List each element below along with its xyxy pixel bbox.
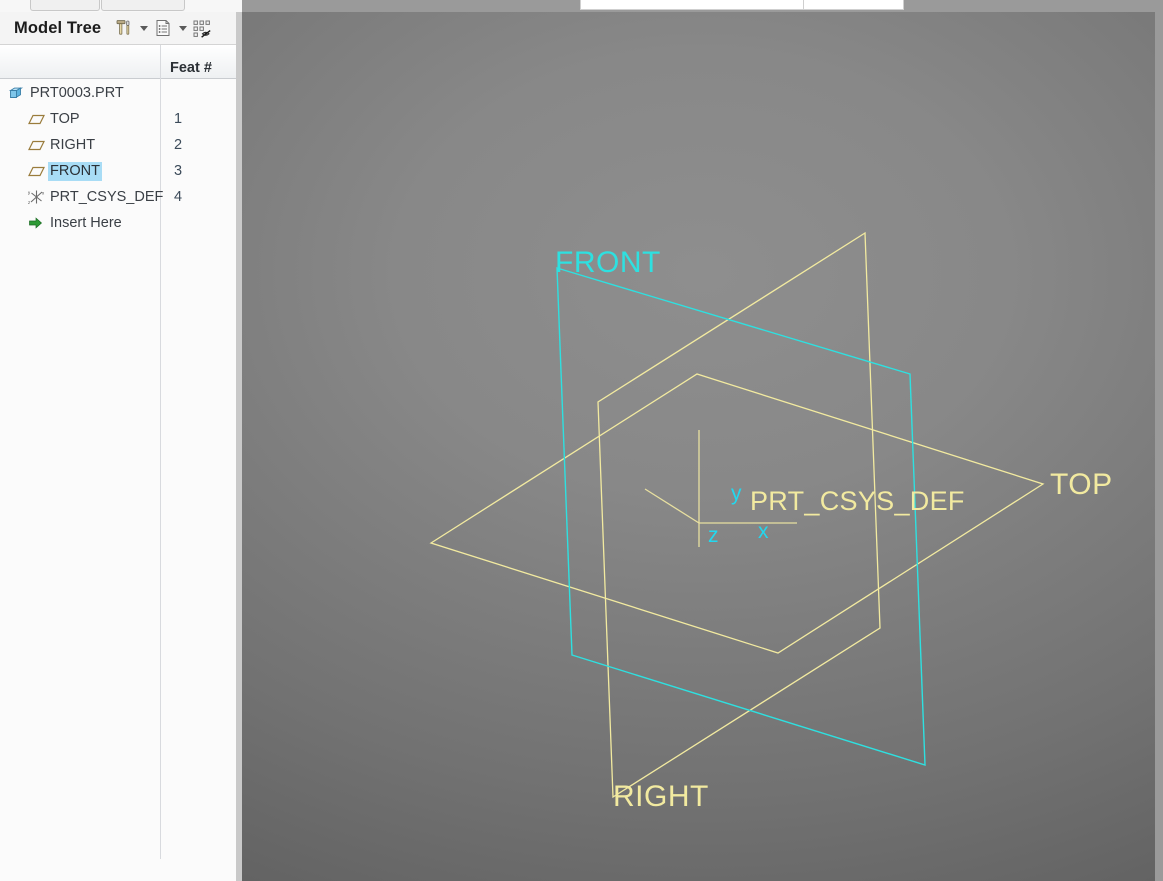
column-header-feat: Feat # <box>170 60 212 76</box>
datum-geometry-svg <box>429 231 1045 799</box>
ribbon-tab-left[interactable] <box>30 0 100 11</box>
tree-row-insert-here[interactable]: Insert Here <box>0 210 242 236</box>
tree-feat-top: 1 <box>174 111 183 127</box>
tree-label-top: TOP <box>50 110 80 127</box>
model-tree-header: Model Tree <box>0 12 242 45</box>
graphics-viewport[interactable]: FRONT TOP RIGHT PRT_CSYS_DEF y z x <box>242 12 1163 881</box>
tree-filter-off-icon[interactable] <box>191 16 213 40</box>
datum-plane-icon <box>28 162 48 180</box>
datum-plane-icon <box>28 136 48 154</box>
tree-row-right[interactable]: RIGHT 2 <box>0 132 242 158</box>
insert-arrow-icon <box>28 214 48 232</box>
tree-feat-right: 2 <box>174 137 183 153</box>
pro-engineer-window: Model Tree Feat # PRT0003.PRT TOP 1 RIGH… <box>0 0 1163 881</box>
tree-row-front[interactable]: FRONT 3 <box>0 158 242 184</box>
chevron-down-icon <box>139 25 148 31</box>
tree-feat-csys: 4 <box>174 189 183 205</box>
coordinate-system-icon: y z x <box>28 188 48 206</box>
part-icon <box>8 84 28 102</box>
model-tree-panel: Model Tree Feat # PRT0003.PRT TOP 1 RIGH… <box>0 12 242 881</box>
viewport-toolbar-stub[interactable] <box>580 0 904 10</box>
axis-label-x: x <box>758 520 769 543</box>
viewport-label-csys: PRT_CSYS_DEF <box>750 486 965 516</box>
model-tree-toolbar <box>113 16 213 40</box>
tree-label-front: FRONT <box>48 161 102 181</box>
viewport-label-top: TOP <box>1050 468 1113 501</box>
axis-label-y: y <box>731 482 742 505</box>
tree-label-insert-here: Insert Here <box>50 214 122 231</box>
svg-text:x: x <box>42 191 45 196</box>
axis-label-z: z <box>708 524 719 547</box>
svg-text:y: y <box>28 190 31 195</box>
tree-label-csys: PRT_CSYS_DEF <box>50 188 164 205</box>
model-tree-title: Model Tree <box>14 18 102 37</box>
settings-dropdown-caret[interactable] <box>137 16 150 40</box>
tree-row-part[interactable]: PRT0003.PRT <box>0 80 242 106</box>
tree-row-top[interactable]: TOP 1 <box>0 106 242 132</box>
ribbon-tab-right[interactable] <box>101 0 185 11</box>
viewport-toolbar-divider <box>803 0 804 10</box>
display-list-icon[interactable] <box>152 16 174 40</box>
model-tree-rows: PRT0003.PRT TOP 1 RIGHT 2 FRONT 3 y z x … <box>0 80 242 860</box>
window-right-edge <box>1155 0 1163 881</box>
tree-row-csys[interactable]: y z x PRT_CSYS_DEF 4 <box>0 184 242 210</box>
tree-label-right: RIGHT <box>50 136 96 153</box>
ribbon-strip <box>0 0 1163 12</box>
display-dropdown-caret[interactable] <box>176 16 189 40</box>
viewport-label-front: FRONT <box>555 246 661 279</box>
svg-text:z: z <box>28 200 30 205</box>
datum-plane-icon <box>28 110 48 128</box>
tree-label-part: PRT0003.PRT <box>30 84 124 101</box>
viewport-label-right: RIGHT <box>613 780 709 813</box>
chevron-down-icon <box>178 25 187 31</box>
settings-tools-icon[interactable] <box>113 16 135 40</box>
tree-feat-front: 3 <box>174 163 183 179</box>
